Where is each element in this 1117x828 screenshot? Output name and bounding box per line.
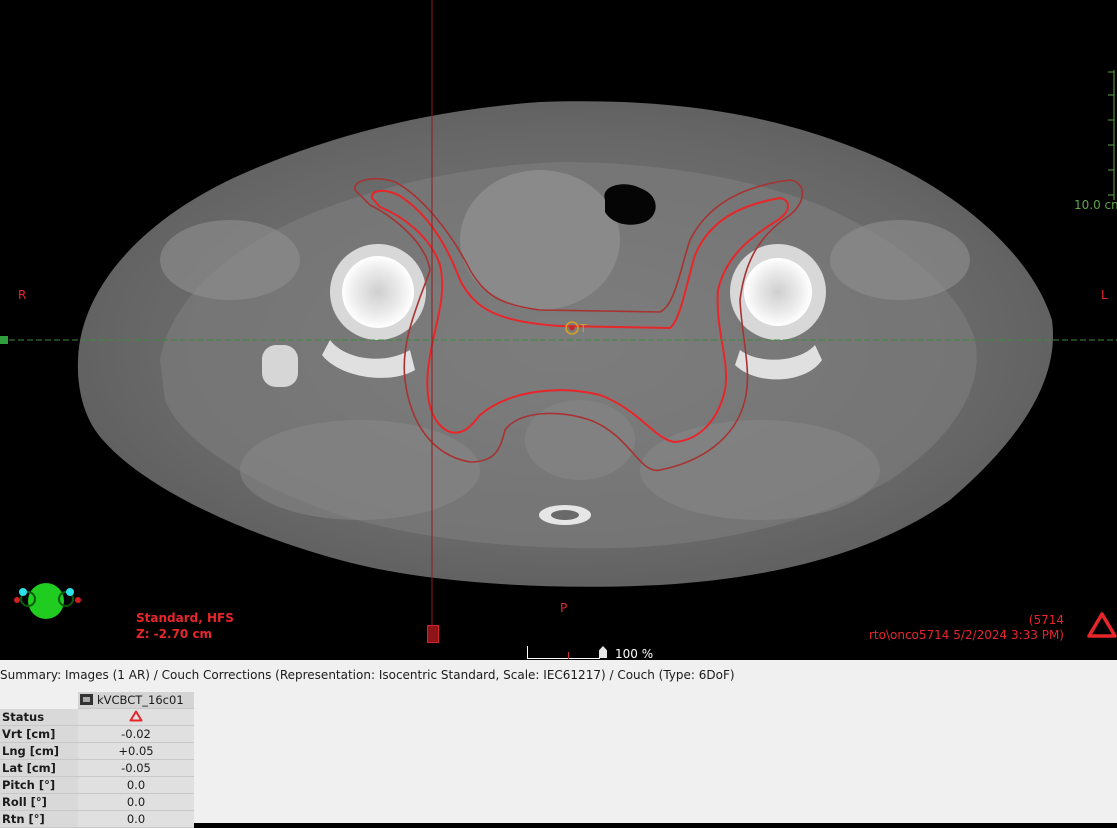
scale-tick bbox=[568, 652, 569, 659]
table-row: Rtn [°] 0.0 bbox=[0, 810, 194, 828]
protocol-label: Standard, HFS bbox=[136, 611, 234, 625]
zoom-scale-bar bbox=[527, 646, 600, 659]
row-value: -0.02 bbox=[78, 725, 194, 743]
user-datetime-label: rto\onco5714 5/2/2024 3:33 PM) bbox=[868, 628, 1064, 642]
table-row: Status bbox=[0, 708, 194, 726]
row-label: Status bbox=[0, 708, 78, 726]
warning-triangle-icon[interactable] bbox=[1087, 612, 1117, 638]
warning-triangle-icon bbox=[129, 710, 143, 721]
patient-orientation-icon bbox=[14, 583, 81, 619]
patient-id-label: (5714 bbox=[1028, 613, 1064, 627]
row-label: Roll [°] bbox=[0, 793, 78, 811]
correction-table: kVCBCT_16c01 Status Vrt [cm] -0.02 Lng [… bbox=[0, 692, 194, 828]
ruler-label: 10.0 cm bbox=[1074, 198, 1117, 212]
couch-correction-panel: Summary: Images (1 AR) / Couch Correctio… bbox=[0, 660, 1117, 828]
z-position-label: Z: -2.70 cm bbox=[136, 627, 213, 641]
table-row: Lng [cm] +0.05 bbox=[0, 742, 194, 760]
row-value: 0.0 bbox=[78, 793, 194, 811]
orientation-label-right: R bbox=[18, 288, 27, 302]
distance-ruler bbox=[1108, 70, 1115, 200]
summary-header: Summary: Images (1 AR) / Couch Correctio… bbox=[0, 668, 735, 682]
image-icon bbox=[80, 694, 93, 705]
row-label: Pitch [°] bbox=[0, 776, 78, 794]
image-column-label: kVCBCT_16c01 bbox=[97, 693, 184, 707]
table-row: Lat [cm] -0.05 bbox=[0, 759, 194, 777]
row-value: 0.0 bbox=[78, 810, 194, 828]
orientation-label-left: L bbox=[1101, 288, 1108, 302]
row-label: Rtn [°] bbox=[0, 810, 78, 828]
row-value: 0.0 bbox=[78, 776, 194, 794]
table-row: Pitch [°] 0.0 bbox=[0, 776, 194, 794]
zoom-level-label: 100 % bbox=[615, 647, 654, 660]
table-corner bbox=[0, 692, 78, 709]
table-row: Vrt [cm] -0.02 bbox=[0, 725, 194, 743]
slice-navigation-handle[interactable] bbox=[427, 625, 439, 643]
row-value: +0.05 bbox=[78, 742, 194, 760]
ct-axial-slice[interactable]: T bbox=[0, 0, 1117, 660]
row-label: Lng [cm] bbox=[0, 742, 78, 760]
row-label: Vrt [cm] bbox=[0, 725, 78, 743]
ct-image-viewer[interactable]: T R L P 10.0 cm Standard, HFS Z: -2.70 c… bbox=[0, 0, 1117, 660]
row-value: -0.05 bbox=[78, 759, 194, 777]
row-label: Lat [cm] bbox=[0, 759, 78, 777]
status-cell[interactable] bbox=[78, 708, 194, 726]
table-row: Roll [°] 0.0 bbox=[0, 793, 194, 811]
orientation-label-posterior: P bbox=[560, 601, 568, 615]
svg-text:T: T bbox=[579, 322, 587, 335]
image-column-header[interactable]: kVCBCT_16c01 bbox=[78, 692, 194, 709]
